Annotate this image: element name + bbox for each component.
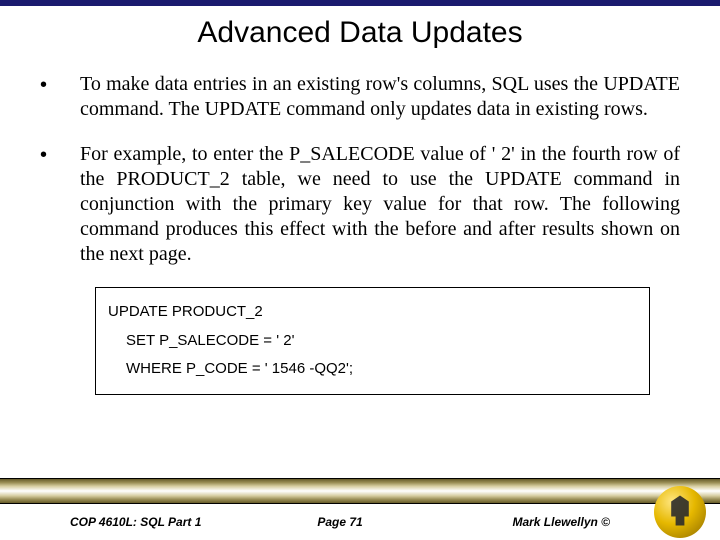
footer-author: Mark Llewellyn © bbox=[430, 515, 650, 529]
bullet-marker: • bbox=[40, 72, 80, 122]
footer-page: Page 71 bbox=[250, 515, 430, 529]
bullet-item: • For example, to enter the P_SALECODE v… bbox=[40, 142, 680, 267]
bullet-item: • To make data entries in an existing ro… bbox=[40, 72, 680, 122]
code-line: WHERE P_CODE = ' 1546 -QQ2'; bbox=[108, 355, 637, 384]
footer-row: COP 4610L: SQL Part 1 Page 71 Mark Llewe… bbox=[0, 506, 720, 538]
slide-title: Advanced Data Updates bbox=[40, 16, 680, 50]
bullet-text: To make data entries in an existing row'… bbox=[80, 72, 680, 122]
slide-content: Advanced Data Updates • To make data ent… bbox=[0, 6, 720, 395]
footer: COP 4610L: SQL Part 1 Page 71 Mark Llewe… bbox=[0, 478, 720, 540]
code-line: UPDATE PRODUCT_2 bbox=[108, 298, 637, 327]
footer-course: COP 4610L: SQL Part 1 bbox=[70, 515, 250, 529]
footer-gradient-bar bbox=[0, 478, 720, 504]
code-line: SET P_SALECODE = ' 2' bbox=[108, 327, 637, 356]
bullet-text: For example, to enter the P_SALECODE val… bbox=[80, 142, 680, 267]
sql-code-box: UPDATE PRODUCT_2 SET P_SALECODE = ' 2' W… bbox=[95, 287, 650, 395]
bullet-marker: • bbox=[40, 142, 80, 267]
ucf-logo-icon bbox=[654, 486, 706, 538]
